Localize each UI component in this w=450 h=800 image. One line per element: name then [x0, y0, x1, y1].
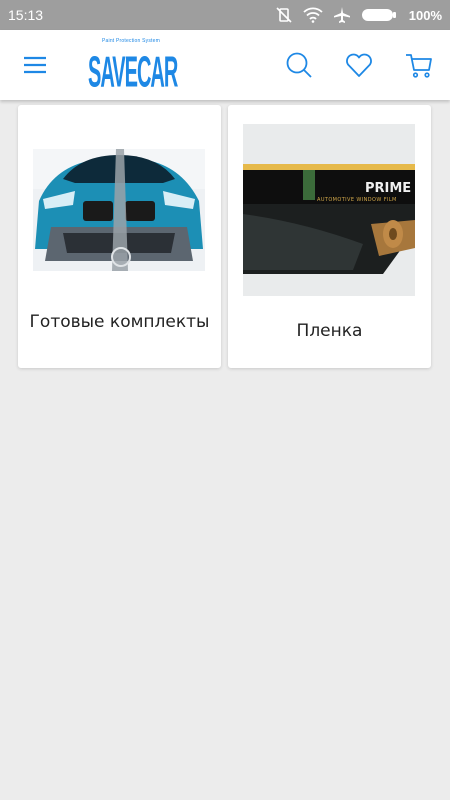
favorites-button[interactable] — [344, 50, 374, 80]
airplane-icon — [333, 6, 351, 24]
search-button[interactable] — [284, 50, 314, 80]
category-card-film[interactable]: PRIME AUTOMOTIVE WINDOW FILM Пленка — [228, 105, 431, 368]
battery-icon — [361, 8, 397, 22]
cart-button[interactable] — [404, 50, 434, 80]
status-icons: 100% — [275, 6, 442, 24]
status-time: 15:13 — [8, 7, 44, 23]
heart-icon — [346, 53, 372, 77]
category-card-kits[interactable]: Готовые комплекты — [18, 105, 221, 368]
logo[interactable]: Paint Protection System SAVECAR — [88, 36, 178, 97]
svg-text:AUTOMOTIVE WINDOW FILM: AUTOMOTIVE WINDOW FILM — [317, 197, 397, 203]
menu-button[interactable] — [22, 54, 48, 76]
battery-percent: 100% — [408, 7, 442, 23]
app-header: Paint Protection System SAVECAR — [0, 30, 450, 100]
category-label-film: Пленка — [296, 321, 363, 341]
logo-tagline: Paint Protection System — [102, 38, 160, 44]
menu-icon — [24, 56, 46, 74]
window-film-image: PRIME AUTOMOTIVE WINDOW FILM — [243, 124, 415, 296]
status-bar: 15:13 100% — [0, 0, 450, 30]
search-icon — [286, 52, 312, 78]
blue-car-image — [33, 149, 205, 271]
wifi-icon — [303, 7, 323, 23]
svg-text:PRIME: PRIME — [365, 181, 411, 196]
cart-icon — [406, 54, 432, 78]
rotation-off-icon — [275, 6, 293, 24]
category-label-kits: Готовые комплекты — [29, 312, 210, 332]
logo-wordmark: SAVECAR — [88, 49, 178, 98]
